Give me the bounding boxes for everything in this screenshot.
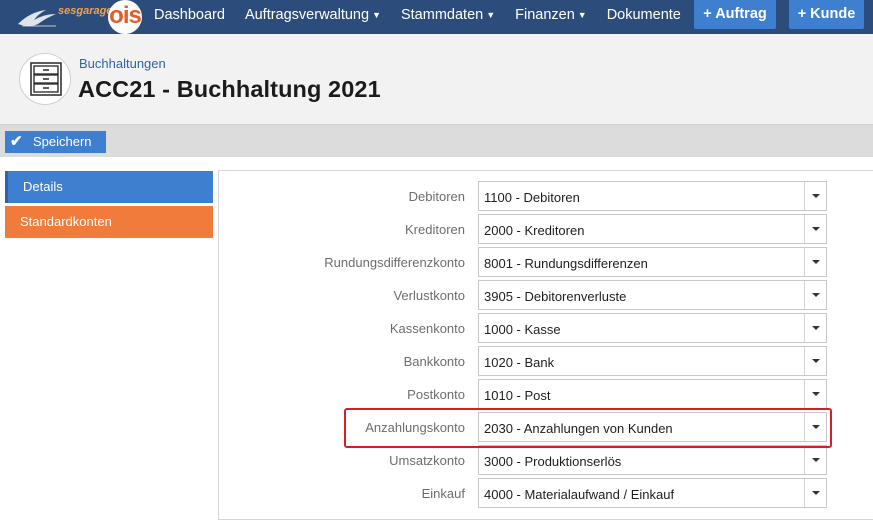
einkauf-select[interactable]: 4000 - Materialaufwand / Einkauf <box>478 478 827 508</box>
select-value: 1010 - Post <box>484 388 551 403</box>
bankkonto-select[interactable]: 1020 - Bank <box>478 346 827 376</box>
select-value: 1100 - Debitoren <box>484 190 580 205</box>
highlight-annotation <box>344 408 832 448</box>
app-logo[interactable]: sesgarage ois <box>16 0 142 34</box>
tab-details[interactable]: Details <box>5 171 213 203</box>
page-header: Buchhaltungen ACC21 - Buchhaltung 2021 <box>0 34 873 124</box>
form-row-kassenkonto: Kassenkonto 1000 - Kasse <box>219 313 873 343</box>
dropdown-arrow-icon[interactable] <box>804 380 826 408</box>
field-label: Verlustkonto <box>393 288 465 303</box>
select-value: 3000 - Produktionserlös <box>484 454 622 469</box>
nav-finanzen-label: Finanzen <box>515 7 575 23</box>
field-label: Rundungsdifferenzkonto <box>324 255 465 270</box>
field-label: Postkonto <box>407 387 465 402</box>
form-row-debitoren: Debitoren 1100 - Debitoren <box>219 181 873 211</box>
nav-stammdaten[interactable]: Stammdaten ▼ <box>391 0 505 34</box>
nav-dashboard[interactable]: Dashboard <box>144 0 235 34</box>
rundungsdifferenzkonto-select[interactable]: 8001 - Rundungsdifferenzen <box>478 247 827 277</box>
nav-auftragsverwaltung[interactable]: Auftragsverwaltung ▼ <box>235 0 391 34</box>
dropdown-arrow-icon[interactable] <box>804 347 826 375</box>
nav-dokumente[interactable]: Dokumente <box>597 0 691 34</box>
field-label: Kassenkonto <box>389 321 465 336</box>
debitoren-select[interactable]: 1100 - Debitoren <box>478 181 827 211</box>
form-row-kreditoren: Kreditoren 2000 - Kreditoren <box>219 214 873 244</box>
ois-logo-mark: ois <box>108 0 142 34</box>
nav-dokumente-label: Dokumente <box>606 7 681 23</box>
dropdown-arrow-icon[interactable] <box>804 182 826 210</box>
dropdown-arrow-icon[interactable] <box>804 479 826 507</box>
form-row-rundungsdifferenzkonto: Rundungsdifferenzkonto 8001 - Rundungsdi… <box>219 247 873 277</box>
select-value: 1020 - Bank <box>484 355 555 370</box>
nav-stammdaten-label: Stammdaten <box>400 7 484 23</box>
nav-dashboard-label: Dashboard <box>154 7 225 23</box>
breadcrumb[interactable]: Buchhaltungen <box>79 56 166 71</box>
form-row-einkauf: Einkauf 4000 - Materialaufwand / Einkauf <box>219 478 873 508</box>
select-value: 4000 - Materialaufwand / Einkauf <box>484 487 675 502</box>
field-label: Kreditoren <box>405 222 465 237</box>
postkonto-select[interactable]: 1010 - Post <box>478 379 827 409</box>
select-value: 2000 - Kreditoren <box>484 223 585 238</box>
chevron-down-icon: ▼ <box>372 10 381 20</box>
save-button[interactable]: ✔ Speichern <box>5 131 106 153</box>
save-button-label: Speichern <box>33 134 92 149</box>
dropdown-arrow-icon[interactable] <box>804 446 826 474</box>
page-title: ACC21 - Buchhaltung 2021 <box>78 76 381 102</box>
umsatzkonto-select[interactable]: 3000 - Produktionserlös <box>478 445 827 475</box>
main-menu: Dashboard Auftragsverwaltung ▼ Stammdaten… <box>144 0 691 34</box>
chevron-down-icon: ▼ <box>577 10 587 20</box>
field-label: Umsatzkonto <box>389 453 465 468</box>
select-value: 8001 - Rundungsdifferenzen <box>484 256 648 271</box>
form-row-umsatzkonto: Umsatzkonto 3000 - Produktionserlös <box>219 445 873 475</box>
action-toolbar: ✔ Speichern <box>0 124 873 157</box>
select-value: 1000 - Kasse <box>484 322 561 337</box>
nav-finanzen[interactable]: Finanzen ▼ <box>505 0 597 34</box>
kassenkonto-select[interactable]: 1000 - Kasse <box>478 313 827 343</box>
form-row-postkonto: Postkonto 1010 - Post <box>219 379 873 409</box>
tab-standardkonten[interactable]: Standardkonten <box>5 206 213 238</box>
field-label: Bankkonto <box>403 354 465 369</box>
chevron-down-icon: ▼ <box>486 10 496 20</box>
file-cabinet-icon <box>19 53 71 105</box>
add-auftrag-button[interactable]: + Auftrag <box>694 0 776 29</box>
logo-wordmark: sesgarage <box>58 5 113 17</box>
select-value: 3905 - Debitorenverluste <box>484 289 627 304</box>
nav-auftragsverwaltung-label: Auftragsverwaltung <box>244 7 370 23</box>
bird-logo-icon <box>18 10 56 27</box>
form-panel: Debitoren 1100 - Debitoren Kreditoren 20… <box>218 170 873 520</box>
form-row-bankkonto: Bankkonto 1020 - Bank <box>219 346 873 376</box>
dropdown-arrow-icon[interactable] <box>804 248 826 276</box>
top-navbar: sesgarage ois Dashboard Auftragsverwaltu… <box>0 0 873 34</box>
checkmark-icon: ✔ <box>10 133 23 150</box>
verlustkonto-select[interactable]: 3905 - Debitorenverluste <box>478 280 827 310</box>
add-kunde-button[interactable]: + Kunde <box>789 0 864 29</box>
kreditoren-select[interactable]: 2000 - Kreditoren <box>478 214 827 244</box>
field-label: Debitoren <box>408 189 465 204</box>
dropdown-arrow-icon[interactable] <box>804 314 826 342</box>
dropdown-arrow-icon[interactable] <box>804 281 826 309</box>
field-label: Einkauf <box>421 486 465 501</box>
form-row-verlustkonto: Verlustkonto 3905 - Debitorenverluste <box>219 280 873 310</box>
dropdown-arrow-icon[interactable] <box>804 215 826 243</box>
